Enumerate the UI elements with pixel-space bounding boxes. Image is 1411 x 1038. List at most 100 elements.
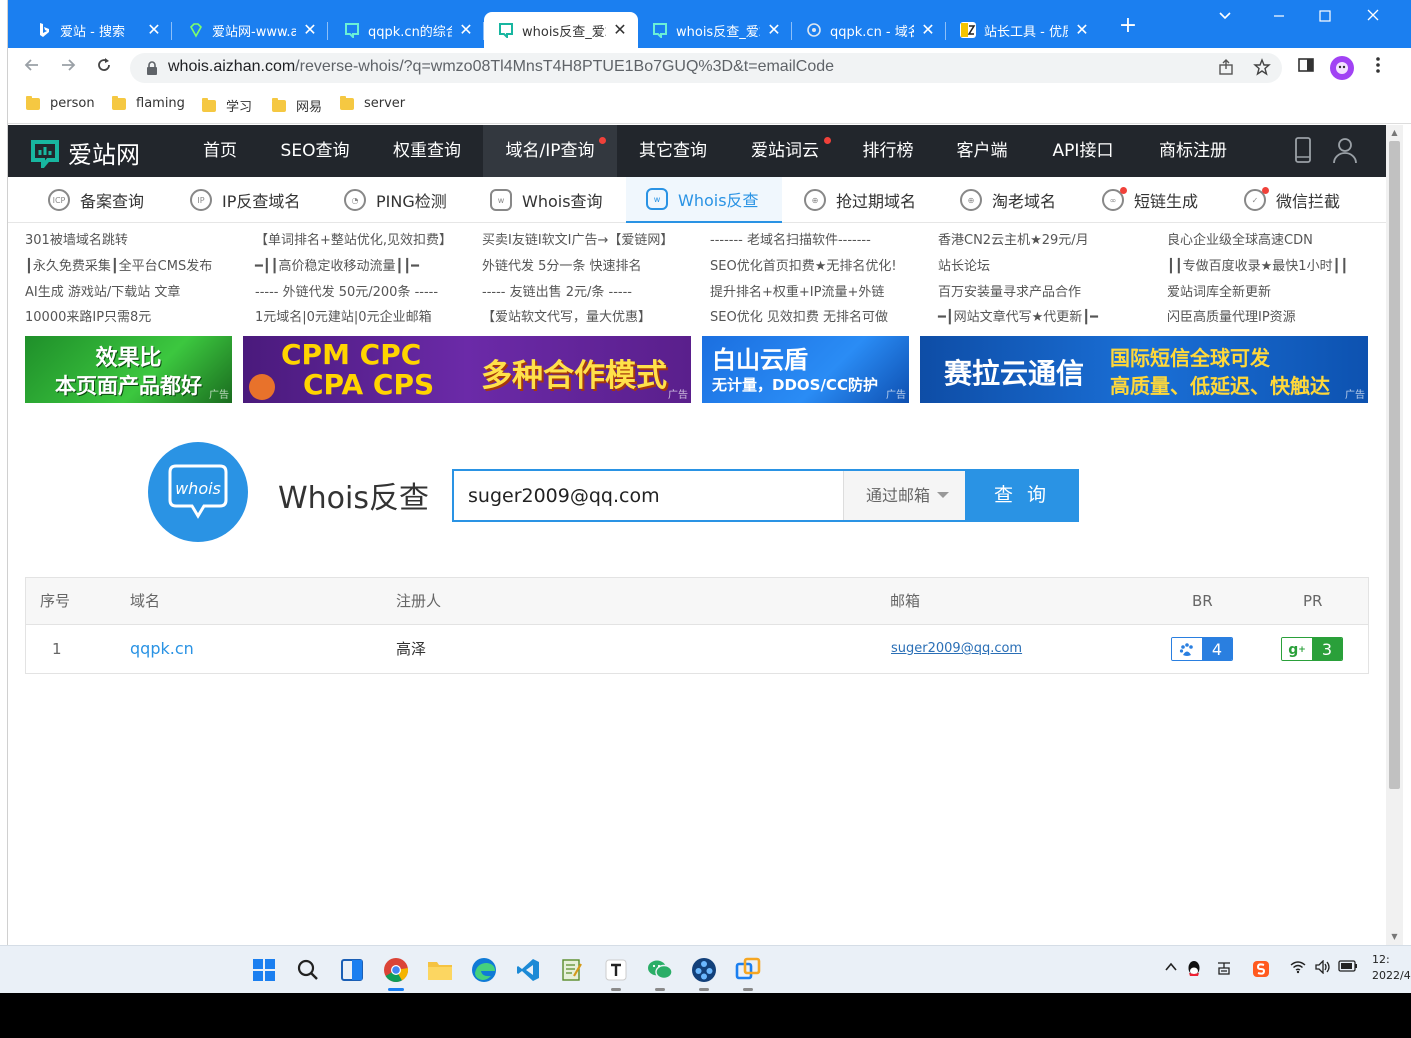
- bookmark-folder-flaming[interactable]: flaming: [112, 95, 185, 111]
- text-ad-link[interactable]: 301被墙域名跳转: [25, 229, 128, 248]
- banner-ad-1[interactable]: 效果比 本页面产品都好 广告: [25, 336, 232, 403]
- subnav-short-link[interactable]: ∞ 短链生成: [1102, 177, 1222, 223]
- nav-ranking[interactable]: 排行榜: [850, 125, 926, 177]
- back-arrow-icon[interactable]: [20, 56, 44, 80]
- subnav-ip-reverse[interactable]: IP IP反查域名: [190, 177, 320, 223]
- subnav-old-domains[interactable]: ⊕ 淘老域名: [960, 177, 1080, 223]
- scrollbar-thumb[interactable]: [1389, 141, 1400, 789]
- side-panel-icon[interactable]: [1294, 56, 1318, 80]
- remote-icon[interactable]: [734, 956, 762, 991]
- text-ad-link[interactable]: SEO优化 见效扣费 无排名可做: [710, 306, 888, 325]
- maximize-icon[interactable]: [1302, 6, 1348, 30]
- bookmark-folder-netease[interactable]: 网易: [272, 96, 322, 115]
- banner-ad-3[interactable]: 白山云盾 无计量，DDOS/CC防护 广告: [702, 336, 909, 403]
- nav-weight[interactable]: 权重查询: [380, 125, 474, 177]
- text-ad-link[interactable]: SEO优化首页扣费★无排名优化!: [710, 255, 897, 274]
- banner-ad-2[interactable]: CPM CPC CPA CPS 多种合作模式 广告: [243, 336, 691, 403]
- text-ad-link[interactable]: AI生成 游戏站/下载站 文章: [25, 281, 180, 300]
- typora-icon[interactable]: [602, 956, 630, 991]
- text-ad-link[interactable]: 站长论坛: [938, 255, 990, 274]
- minimize-icon[interactable]: [1256, 6, 1302, 30]
- tab-qqpk-overview[interactable]: qqpk.cn的综合 ✕: [330, 12, 484, 48]
- close-icon[interactable]: ✕: [918, 20, 938, 40]
- text-ad-link[interactable]: 买卖I友链I软文I广告→【爱链网】: [482, 229, 673, 248]
- text-ad-link[interactable]: ----- 友链出售 2元/条 -----: [482, 281, 632, 300]
- text-ad-link[interactable]: 香港CN2云主机★29元/月: [938, 229, 1089, 248]
- google-pr-badge[interactable]: g + 3: [1281, 637, 1343, 661]
- text-ad-link[interactable]: ┃┃专做百度收录★最快1小时┃┃: [1167, 255, 1348, 274]
- tab-qqpk-domain[interactable]: qqpk.cn - 域名 ✕: [792, 12, 946, 48]
- scroll-up-arrow-icon[interactable]: ▲: [1386, 125, 1403, 141]
- tray-chevron-up-icon[interactable]: [1164, 960, 1178, 978]
- nav-api[interactable]: API接口: [1038, 125, 1128, 177]
- text-ad-link[interactable]: 良心企业级全球高速CDN: [1167, 229, 1313, 248]
- search-mode-select[interactable]: 通过邮箱: [843, 471, 965, 520]
- nav-other[interactable]: 其它查询: [626, 125, 720, 177]
- profile-avatar[interactable]: [1330, 56, 1354, 80]
- text-ad-link[interactable]: ----- 外链代发 50元/200条 -----: [255, 281, 438, 300]
- nav-trademark[interactable]: 商标注册: [1146, 125, 1240, 177]
- text-ad-link[interactable]: 爱站词库全新更新: [1167, 281, 1271, 300]
- more-menu-icon[interactable]: [1366, 56, 1390, 80]
- subnav-ping[interactable]: ◔ PING检测: [344, 177, 474, 223]
- bookmark-folder-study[interactable]: 学习: [202, 96, 252, 115]
- nav-word-cloud[interactable]: 爱站词云: [738, 125, 832, 177]
- window-close-icon[interactable]: [1350, 6, 1396, 30]
- site-logo[interactable]: 爱站网: [30, 135, 140, 170]
- close-icon[interactable]: ✕: [764, 20, 784, 40]
- bookmark-folder-server[interactable]: server: [340, 95, 405, 111]
- nav-client[interactable]: 客户端: [944, 125, 1020, 177]
- wifi-icon[interactable]: [1290, 960, 1306, 978]
- scroll-down-arrow-icon[interactable]: ▼: [1386, 929, 1403, 945]
- widgets-icon[interactable]: [338, 956, 366, 984]
- lock-icon[interactable]: [144, 60, 160, 76]
- banner-ad-4[interactable]: 赛拉云通信 国际短信全球可发 高质量、低延迟、快触达 广告: [920, 336, 1368, 403]
- bookmark-star-icon[interactable]: [1252, 58, 1272, 78]
- file-explorer-icon[interactable]: [426, 956, 454, 984]
- text-ad-link[interactable]: 10000来路IP只需8元: [25, 306, 151, 325]
- system-clock[interactable]: 12: 2022/4: [1372, 952, 1411, 984]
- tab-bing-search[interactable]: 爱站 - 搜索 ✕: [22, 12, 172, 48]
- text-ad-link[interactable]: 外链代发 5分一条 快速排名: [482, 255, 642, 274]
- text-ad-link[interactable]: 【爱站软文代写，量大优惠】: [482, 306, 651, 325]
- tab-chinaz-tools[interactable]: 站长工具 - 优质 ✕: [946, 12, 1100, 48]
- nav-seo[interactable]: SEO查询: [270, 125, 360, 177]
- nav-home[interactable]: 首页: [188, 125, 252, 177]
- nav-domain-ip[interactable]: 域名/IP查询: [483, 125, 617, 177]
- edge-icon[interactable]: [470, 956, 498, 984]
- user-icon[interactable]: [1330, 135, 1360, 165]
- volume-icon[interactable]: [1314, 959, 1332, 978]
- text-ad-link[interactable]: 提升排名+权重+IP流量+外链: [710, 281, 884, 300]
- reload-icon[interactable]: [92, 56, 116, 80]
- vscode-icon[interactable]: [514, 956, 542, 984]
- close-icon[interactable]: ✕: [144, 20, 164, 40]
- subnav-wechat-block[interactable]: ✓ 微信拦截: [1244, 177, 1364, 223]
- text-ad-link[interactable]: ━┃网站文章代写★代更新┃━: [938, 306, 1098, 325]
- close-icon[interactable]: ✕: [1072, 20, 1092, 40]
- text-ad-link[interactable]: 闪臣高质量代理IP资源: [1167, 306, 1296, 325]
- tab-whois-reverse-2[interactable]: whois反查_爱站 ✕: [638, 12, 792, 48]
- search-input[interactable]: [454, 471, 843, 520]
- subnav-whois-reverse[interactable]: w Whois反查: [626, 177, 782, 223]
- address-bar[interactable]: whois.aizhan.com/reverse-whois/?q=wmzo08…: [130, 53, 1282, 83]
- mobile-icon[interactable]: [1288, 135, 1318, 165]
- tab-whois-reverse-active[interactable]: whois反查_爱站 ✕: [484, 12, 638, 48]
- new-tab-button[interactable]: +: [1116, 14, 1140, 38]
- forward-arrow-icon[interactable]: [56, 56, 80, 80]
- ime-tray-icon[interactable]: [1216, 960, 1232, 980]
- subnav-whois-query[interactable]: w Whois查询: [490, 177, 620, 223]
- text-ad-link[interactable]: 百万安装量寻求产品合作: [938, 281, 1081, 300]
- text-ad-link[interactable]: ━┃┃高价稳定收移动流量┃┃━: [255, 255, 419, 274]
- subnav-icp[interactable]: ICP 备案查询: [48, 177, 178, 223]
- search-icon[interactable]: [294, 956, 322, 984]
- windows-start-icon[interactable]: [250, 956, 278, 984]
- subnav-expired-domains[interactable]: ⊕ 抢过期域名: [804, 177, 934, 223]
- share-icon[interactable]: [1216, 58, 1236, 78]
- text-ad-link[interactable]: 1元域名|0元建站|0元企业邮箱: [255, 306, 432, 325]
- close-icon[interactable]: ✕: [456, 20, 476, 40]
- close-icon[interactable]: ✕: [610, 20, 630, 40]
- page-scrollbar[interactable]: ▲ ▼: [1386, 125, 1403, 945]
- domain-link[interactable]: qqpk.cn: [130, 625, 194, 673]
- text-ad-link[interactable]: ┃永久免费采集┃全平台CMS发布: [25, 255, 212, 274]
- tab-search-chevron-icon[interactable]: [1202, 6, 1248, 30]
